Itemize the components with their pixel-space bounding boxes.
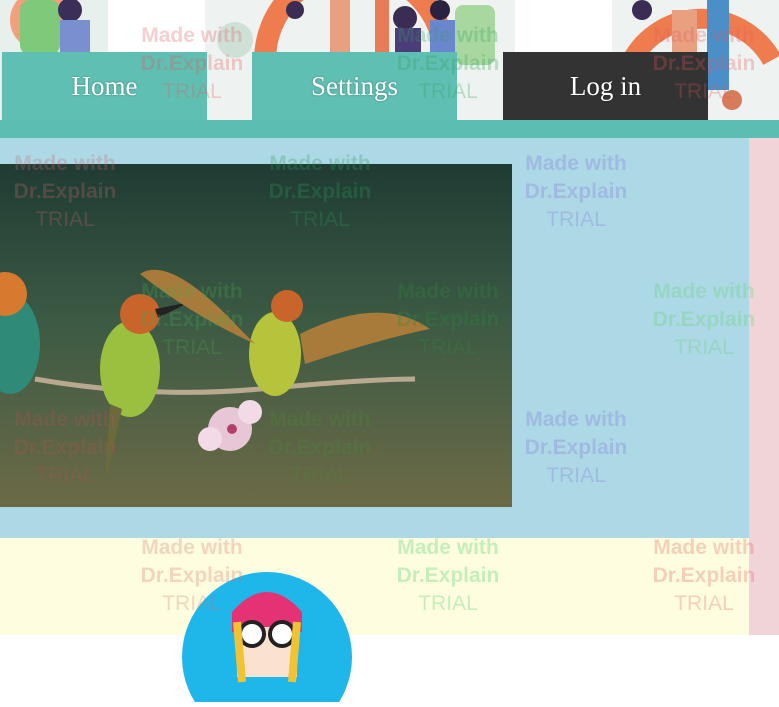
nav-home-button[interactable]: Home — [2, 52, 207, 120]
side-panel-edge — [749, 138, 779, 635]
birds-photo — [0, 164, 512, 507]
avatar — [182, 572, 352, 707]
nav-login-button[interactable]: Log in — [503, 52, 708, 120]
content-section-yellow — [0, 538, 749, 635]
top-navigation: Home Settings Log in — [0, 52, 779, 138]
nav-settings-button[interactable]: Settings — [252, 52, 457, 120]
nav-underline-bar — [0, 120, 779, 138]
